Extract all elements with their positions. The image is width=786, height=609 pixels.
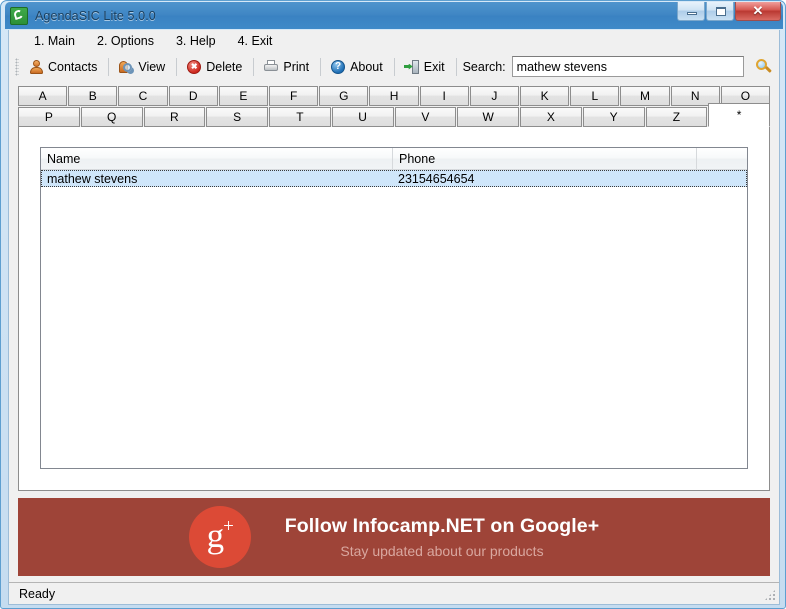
exit-icon bbox=[404, 59, 420, 75]
status-bar: Ready bbox=[9, 582, 779, 604]
toolbar-separator bbox=[108, 57, 110, 76]
contacts-icon bbox=[28, 59, 44, 75]
delete-button-label: Delete bbox=[206, 59, 243, 74]
gplus-plus: + bbox=[223, 515, 234, 537]
application-window: AgendaSIC Lite 5.0.0 ✕ 1. Main 2. Option… bbox=[0, 0, 786, 609]
print-icon bbox=[263, 59, 279, 75]
toolbar-separator bbox=[393, 57, 395, 76]
google-plus-icon: g+ bbox=[188, 506, 251, 568]
tab-f[interactable]: F bbox=[269, 86, 319, 106]
toolbar-grip[interactable] bbox=[15, 57, 19, 76]
column-header-name[interactable]: Name bbox=[41, 148, 393, 169]
about-button-label: About bbox=[350, 59, 383, 74]
delete-button[interactable]: Delete bbox=[181, 56, 249, 78]
tab-l[interactable]: L bbox=[570, 86, 620, 106]
cell-name: mathew stevens bbox=[47, 171, 138, 186]
cell-empty bbox=[697, 171, 746, 186]
tab-panel: Name Phone mathew stevens 23154654654 bbox=[18, 127, 770, 491]
tab-e[interactable]: E bbox=[218, 86, 269, 106]
list-header: Name Phone bbox=[41, 148, 747, 170]
tab-m[interactable]: M bbox=[620, 86, 670, 106]
alphabet-tabs-area: A B C D E F G H I J K L M N O P Q R S T … bbox=[9, 81, 779, 491]
minimize-icon bbox=[687, 12, 697, 15]
list-body: mathew stevens 23154654654 bbox=[41, 170, 747, 468]
tab-p[interactable]: P bbox=[18, 107, 80, 127]
tab-y[interactable]: Y bbox=[582, 107, 645, 127]
title-bar[interactable]: AgendaSIC Lite 5.0.0 bbox=[5, 2, 783, 29]
tab-z[interactable]: Z bbox=[645, 107, 708, 127]
close-icon: ✕ bbox=[752, 2, 764, 18]
menu-item-exit[interactable]: 4. Exit bbox=[227, 32, 284, 51]
view-icon bbox=[118, 59, 134, 75]
tab-row-first: A B C D E F G H I J K L M N O bbox=[18, 86, 771, 106]
toolbar-separator bbox=[253, 57, 255, 76]
toolbar: Contacts View Delete Print About bbox=[9, 52, 779, 81]
toolbar-separator bbox=[455, 57, 457, 76]
resize-grip[interactable] bbox=[764, 589, 776, 601]
tab-asterisk[interactable]: * bbox=[708, 103, 770, 127]
gplus-letter: g bbox=[206, 515, 224, 555]
window-title: AgendaSIC Lite 5.0.0 bbox=[35, 8, 156, 23]
banner-subtitle: Stay updated about our products bbox=[340, 543, 544, 559]
toolbar-separator bbox=[176, 57, 178, 76]
exit-button[interactable]: Exit bbox=[399, 56, 452, 78]
view-button[interactable]: View bbox=[113, 56, 172, 78]
toolbar-separator bbox=[320, 57, 322, 76]
tab-r[interactable]: R bbox=[143, 107, 206, 127]
exit-button-label: Exit bbox=[423, 59, 445, 74]
tab-s[interactable]: S bbox=[206, 107, 268, 127]
tab-w[interactable]: W bbox=[457, 107, 519, 127]
about-button[interactable]: About bbox=[325, 56, 390, 78]
print-button-label: Print bbox=[283, 59, 310, 74]
tab-u[interactable]: U bbox=[331, 107, 394, 127]
banner-area: g+ Follow Infocamp.NET on Google+ Stay u… bbox=[9, 491, 779, 582]
status-text: Ready bbox=[19, 586, 56, 601]
cell-phone: 23154654654 bbox=[398, 171, 475, 186]
about-icon bbox=[330, 59, 346, 75]
search-label: Search: bbox=[462, 59, 506, 74]
tab-a[interactable]: A bbox=[18, 86, 68, 106]
tab-row-second: P Q R S T U V W X Y Z * bbox=[18, 103, 770, 127]
menu-bar: 1. Main 2. Options 3. Help 4. Exit bbox=[9, 30, 779, 52]
search-input[interactable] bbox=[511, 56, 744, 77]
view-button-label: View bbox=[138, 59, 166, 74]
minimize-button[interactable] bbox=[677, 2, 705, 21]
tab-g[interactable]: G bbox=[319, 86, 369, 106]
column-header-phone[interactable]: Phone bbox=[393, 148, 697, 169]
delete-icon bbox=[186, 59, 202, 75]
print-button[interactable]: Print bbox=[258, 56, 316, 78]
tab-k[interactable]: K bbox=[520, 86, 570, 106]
menu-item-main[interactable]: 1. Main bbox=[23, 32, 86, 51]
tab-j[interactable]: J bbox=[469, 86, 520, 106]
window-controls: ✕ bbox=[677, 2, 781, 21]
tab-b[interactable]: B bbox=[68, 86, 118, 106]
table-row[interactable]: mathew stevens 23154654654 bbox=[41, 170, 747, 187]
tab-h[interactable]: H bbox=[369, 86, 419, 106]
search-icon[interactable] bbox=[754, 57, 774, 77]
tab-t[interactable]: T bbox=[269, 107, 331, 127]
contacts-button[interactable]: Contacts bbox=[23, 56, 104, 78]
phone-icon bbox=[10, 6, 28, 25]
tab-q[interactable]: Q bbox=[80, 107, 143, 127]
maximize-button[interactable] bbox=[706, 2, 734, 21]
menu-item-options[interactable]: 2. Options bbox=[86, 32, 165, 51]
menu-item-help[interactable]: 3. Help bbox=[165, 32, 227, 51]
tab-x[interactable]: X bbox=[520, 107, 582, 127]
banner-title: Follow Infocamp.NET on Google+ bbox=[284, 515, 600, 537]
tab-d[interactable]: D bbox=[168, 86, 218, 106]
banner-copy: Follow Infocamp.NET on Google+ Stay upda… bbox=[285, 515, 599, 559]
close-button[interactable]: ✕ bbox=[735, 2, 781, 21]
client-area: 1. Main 2. Options 3. Help 4. Exit Conta… bbox=[8, 30, 780, 605]
maximize-icon bbox=[716, 7, 726, 16]
google-plus-banner[interactable]: g+ Follow Infocamp.NET on Google+ Stay u… bbox=[18, 498, 770, 576]
tab-v[interactable]: V bbox=[394, 107, 457, 127]
tab-c[interactable]: C bbox=[118, 86, 168, 106]
contacts-list[interactable]: Name Phone mathew stevens 23154654654 bbox=[40, 147, 748, 469]
tab-i[interactable]: I bbox=[419, 86, 469, 106]
contacts-button-label: Contacts bbox=[48, 59, 98, 74]
column-header-empty[interactable] bbox=[697, 148, 747, 169]
